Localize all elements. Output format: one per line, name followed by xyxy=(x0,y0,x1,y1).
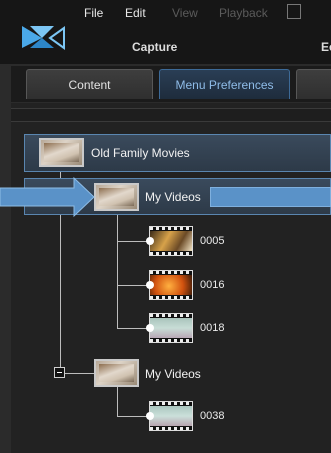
tree-connector xyxy=(117,209,118,329)
menu-thumbnail xyxy=(94,183,139,211)
menu-playback[interactable]: Playback xyxy=(219,6,268,20)
app-logo-icon xyxy=(22,26,65,50)
tree-connector xyxy=(117,241,149,242)
submenu-label[interactable]: My Videos xyxy=(145,367,201,381)
tab-more[interactable] xyxy=(296,69,331,99)
submenu-label: My Videos xyxy=(145,190,201,204)
root-menu-label: Old Family Movies xyxy=(91,146,190,160)
clip-label: 0038 xyxy=(200,410,225,422)
clip-thumbnail[interactable] xyxy=(146,226,193,256)
clip-label: 0005 xyxy=(200,235,225,247)
menu-view[interactable]: View xyxy=(172,6,198,20)
tree-connector xyxy=(117,285,149,286)
clip-label: 0016 xyxy=(200,279,225,291)
save-icon[interactable] xyxy=(287,4,301,19)
tree-connector xyxy=(60,373,94,374)
menu-thumbnail xyxy=(39,138,84,167)
edit-mode-label[interactable]: Ec xyxy=(321,40,331,54)
tab-menu-preferences[interactable]: Menu Preferences xyxy=(159,69,290,99)
tree-connector xyxy=(117,416,149,417)
capture-mode-label[interactable]: Capture xyxy=(132,40,177,54)
clip-thumbnail[interactable] xyxy=(146,401,193,431)
menu-edit[interactable]: Edit xyxy=(125,6,146,20)
menu-thumbnail xyxy=(94,359,139,387)
right-arrow-icon xyxy=(0,176,95,218)
tab-content[interactable]: Content xyxy=(26,69,153,99)
tree-connector xyxy=(117,387,118,417)
clip-label: 0018 xyxy=(200,322,225,334)
collapse-minus-icon[interactable] xyxy=(54,367,65,378)
clip-thumbnail[interactable] xyxy=(146,313,193,343)
menu-file[interactable]: File xyxy=(84,6,103,20)
rename-highlight-bar xyxy=(210,187,331,207)
tree-connector xyxy=(117,328,149,329)
clip-thumbnail[interactable] xyxy=(146,270,193,300)
panel-header-strip xyxy=(11,108,331,122)
